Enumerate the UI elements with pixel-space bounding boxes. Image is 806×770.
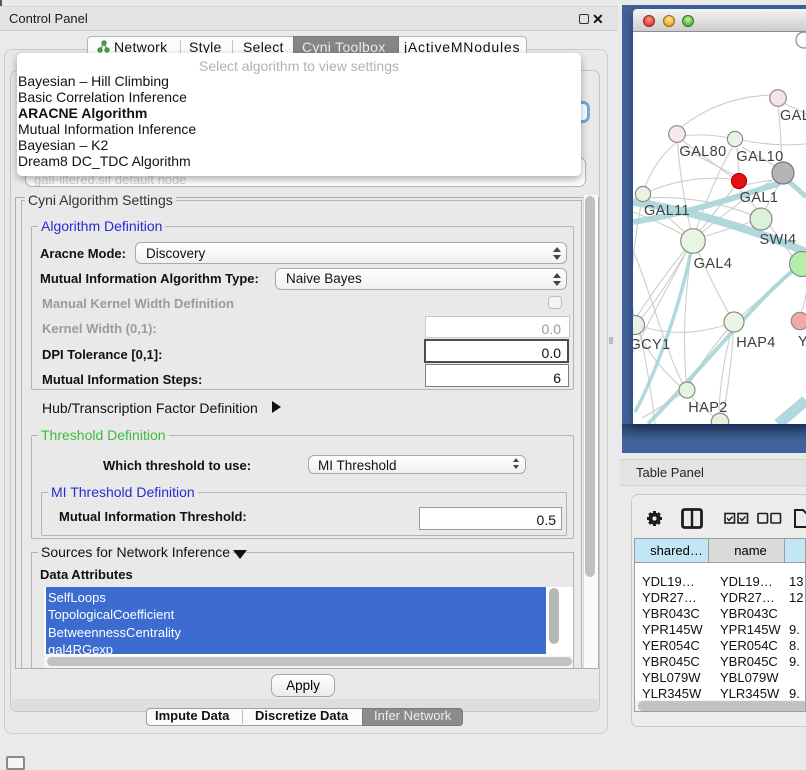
svg-text:SWI4: SWI4 [759,232,796,248]
svg-text:GAL1: GAL1 [740,190,779,206]
svg-text:Y: Y [798,334,806,350]
svg-text:GAL11: GAL11 [644,203,690,219]
svg-text:GAL2: GAL2 [780,108,806,124]
svg-text:HAP4: HAP4 [736,335,775,351]
svg-text:GAL4: GAL4 [694,256,733,272]
svg-text:HAP2: HAP2 [688,400,727,416]
svg-text:GAL10: GAL10 [736,149,783,165]
svg-text:GCY1: GCY1 [633,337,671,353]
svg-text:GAL80: GAL80 [679,144,726,160]
